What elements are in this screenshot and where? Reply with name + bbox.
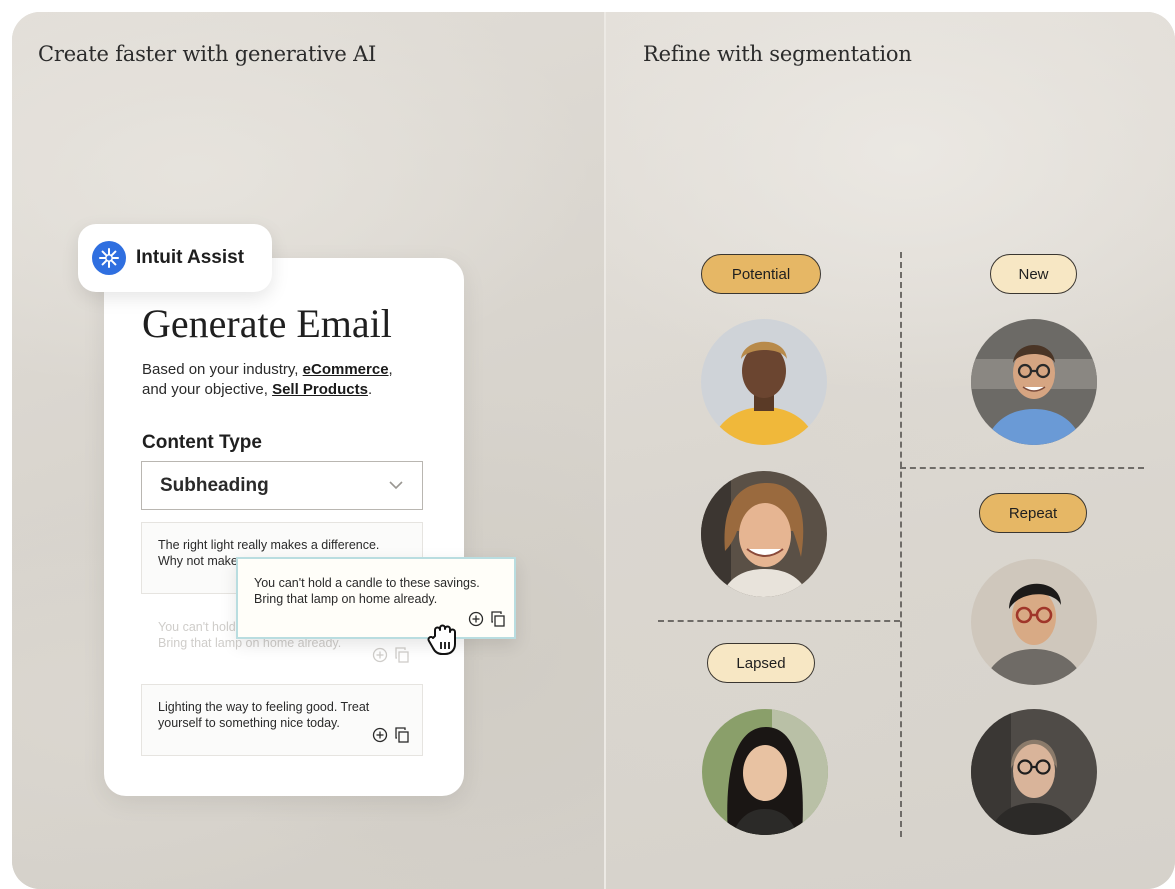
copy-icon[interactable] bbox=[490, 611, 506, 631]
panel-divider bbox=[604, 12, 606, 889]
industry-link[interactable]: eCommerce bbox=[303, 361, 389, 378]
avatar-potential-1 bbox=[701, 319, 827, 445]
card-title: Generate Email bbox=[142, 301, 392, 346]
content-type-value: Subheading bbox=[160, 474, 269, 496]
suggestion-option-3[interactable]: Lighting the way to feeling good. Treat … bbox=[141, 684, 423, 756]
content-type-label: Content Type bbox=[142, 432, 262, 453]
segment-tag-repeat[interactable]: Repeat bbox=[979, 493, 1087, 533]
add-icon[interactable] bbox=[372, 727, 388, 747]
segment-divider-vertical bbox=[900, 252, 902, 837]
suggestion-text: Lighting the way to feeling good. Treat … bbox=[158, 700, 370, 730]
segment-divider-horizontal-right bbox=[900, 467, 1144, 469]
segment-divider-horizontal-left bbox=[658, 620, 900, 622]
avatar-potential-2 bbox=[701, 471, 827, 597]
objective-link[interactable]: Sell Products bbox=[272, 381, 368, 398]
avatar-lapsed-1 bbox=[702, 709, 828, 835]
grab-hand-cursor-icon bbox=[426, 622, 460, 663]
chevron-down-icon bbox=[388, 477, 404, 495]
description-suffix: . bbox=[367, 381, 373, 398]
segment-tag-potential[interactable]: Potential bbox=[701, 254, 821, 294]
copy-icon[interactable] bbox=[394, 647, 410, 667]
description-prefix: Based on your industry, bbox=[142, 361, 303, 378]
card-description: Based on your industry, eCommerce, and yo… bbox=[142, 360, 442, 400]
avatar-new-1 bbox=[971, 319, 1097, 445]
left-panel-title: Create faster with generative AI bbox=[38, 42, 377, 66]
intuit-assist-logo-icon bbox=[92, 241, 126, 275]
copy-icon[interactable] bbox=[394, 727, 410, 747]
intuit-assist-label: Intuit Assist bbox=[136, 247, 245, 268]
avatar-repeat-1 bbox=[971, 559, 1097, 685]
segment-tag-new[interactable]: New bbox=[990, 254, 1077, 294]
content-type-select[interactable]: Subheading bbox=[141, 461, 423, 510]
add-icon[interactable] bbox=[372, 647, 388, 667]
add-icon[interactable] bbox=[468, 611, 484, 631]
segment-tag-lapsed[interactable]: Lapsed bbox=[707, 643, 815, 683]
avatar-repeat-2 bbox=[971, 709, 1097, 835]
dragged-suggestion-popup[interactable]: You can't hold a candle to these savings… bbox=[236, 557, 516, 639]
popup-text: You can't hold a candle to these savings… bbox=[254, 576, 480, 606]
intuit-assist-badge[interactable]: Intuit Assist bbox=[78, 224, 272, 292]
right-panel-title: Refine with segmentation bbox=[643, 42, 912, 66]
